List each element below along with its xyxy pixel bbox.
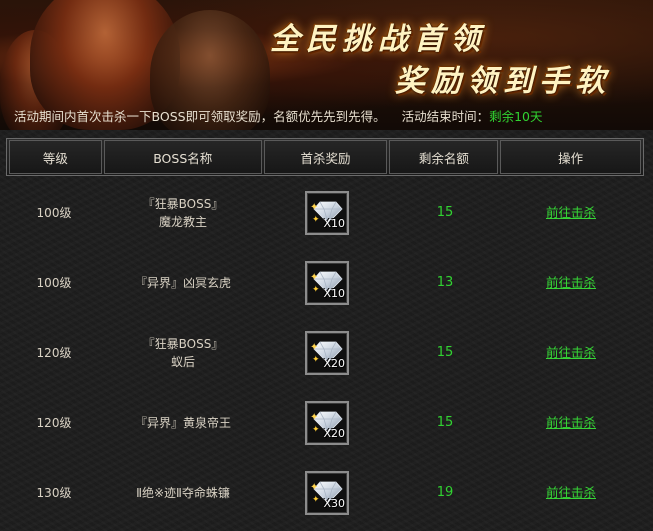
remaining-slots: 15 [436,415,454,430]
table-row: 100级 『异界』凶冥玄虎 ✦ ✦ X10 13 前往击杀 [6,253,642,313]
boss-name-line1: Ⅱ绝※迹Ⅱ夺命蛛镰 [136,486,230,500]
sparkle-icon: ✦ [312,495,320,505]
reward-quantity: X20 [323,357,345,370]
header-level: 等级 [9,140,102,174]
reward-quantity: X10 [323,217,345,230]
sparkle-icon: ✦ [312,215,320,225]
header-first-kill-reward: 首杀奖励 [263,140,388,174]
remaining-slots: 19 [436,485,454,500]
event-notice: 活动期间内首次击杀一下BOSS即可领取奖励，名额优先先到先得。 活动结束时间：剩余… [14,106,543,125]
remaining-slots: 15 [436,205,454,220]
table-row: 130级 Ⅱ绝※迹Ⅱ夺命蛛镰 ✦ ✦ X30 19 前往击杀 [6,463,642,523]
table-row: 120级 『异界』黄泉帝王 ✦ ✦ X20 15 前往击杀 [6,393,642,453]
header-remaining: 剩余名额 [389,140,499,174]
boss-level: 120级 [36,416,72,430]
notice-text: 活动期间内首次击杀一下BOSS即可领取奖励，名额优先先到先得。 [14,109,386,124]
sparkle-icon: ✦ [312,355,320,365]
boss-name-line1: 『狂暴BOSS』 [142,337,224,351]
remaining-slots: 15 [436,345,454,360]
go-kill-link[interactable]: 前往击杀 [546,484,596,502]
boss-name: 『狂暴BOSS』 蚁后 [102,335,264,371]
event-banner: 全民挑战首领 奖励领到手软 活动期间内首次击杀一下BOSS即可领取奖励，名额优先… [0,0,653,130]
go-kill-link[interactable]: 前往击杀 [546,344,596,362]
boss-level: 100级 [36,206,72,220]
reward-quantity: X30 [323,497,345,510]
boss-name-line1: 『异界』黄泉帝王 [134,416,231,430]
reward-item[interactable]: ✦ ✦ X10 [305,191,349,235]
table-header: 等级 BOSS名称 首杀奖励 剩余名额 操作 [6,138,644,176]
remaining-days: 剩余10天 [489,109,543,124]
boss-name: 『狂暴BOSS』 魔龙教主 [102,195,264,231]
header-boss-name: BOSS名称 [103,140,262,174]
header-action: 操作 [500,140,642,174]
banner-title-line1: 全民挑战首领 [270,22,486,57]
boss-name-line2: 魔龙教主 [158,215,207,229]
reward-item[interactable]: ✦ ✦ X20 [305,331,349,375]
boss-level: 100级 [36,276,72,290]
boss-level: 130级 [36,486,72,500]
reward-quantity: X20 [323,427,345,440]
go-kill-link[interactable]: 前往击杀 [546,274,596,292]
reward-item[interactable]: ✦ ✦ X10 [305,261,349,305]
table-row: 120级 『狂暴BOSS』 蚁后 ✦ ✦ X20 15 前往击杀 [6,323,642,383]
sparkle-icon: ✦ [312,425,320,435]
sparkle-icon: ✦ [312,285,320,295]
reward-item[interactable]: ✦ ✦ X20 [305,401,349,445]
banner-title-line2: 奖励领到手软 [395,64,611,99]
boss-table: 等级 BOSS名称 首杀奖励 剩余名额 操作 100级 『狂暴BOSS』 魔龙教… [0,130,653,531]
boss-name: 『异界』黄泉帝王 [102,414,264,432]
boss-level: 120级 [36,346,72,360]
go-kill-link[interactable]: 前往击杀 [546,414,596,432]
boss-name-line1: 『狂暴BOSS』 [142,197,224,211]
table-row: 100级 『狂暴BOSS』 魔龙教主 ✦ ✦ X10 15 前往击杀 [6,183,642,243]
reward-item[interactable]: ✦ ✦ X30 [305,471,349,515]
go-kill-link[interactable]: 前往击杀 [546,204,596,222]
reward-quantity: X10 [323,287,345,300]
boss-name: Ⅱ绝※迹Ⅱ夺命蛛镰 [102,484,264,502]
boss-name-line2: 蚁后 [170,355,195,369]
remaining-slots: 13 [436,275,454,290]
end-time-label: 活动结束时间： [401,109,490,124]
boss-name-line1: 『异界』凶冥玄虎 [134,276,231,290]
boss-name: 『异界』凶冥玄虎 [102,274,264,292]
